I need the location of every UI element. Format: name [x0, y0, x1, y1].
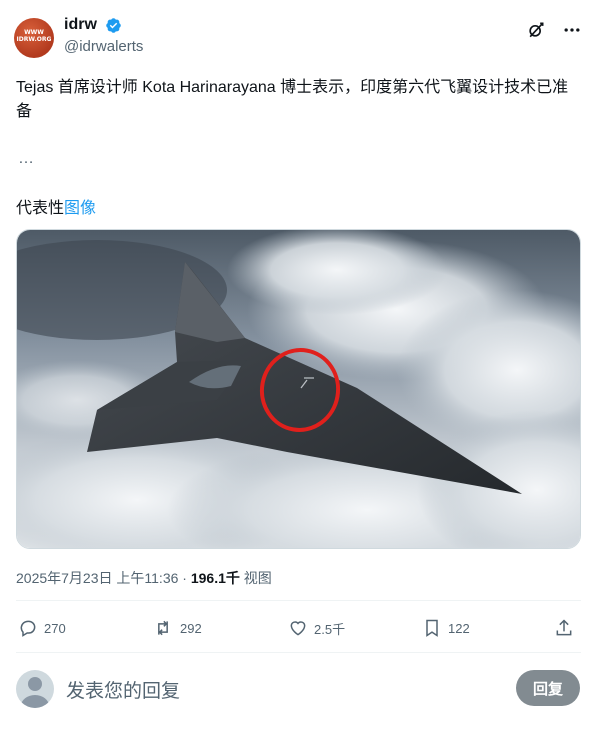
- verified-badge-icon: [105, 17, 122, 34]
- author-avatar[interactable]: WWW IDRW.ORG: [14, 18, 54, 58]
- like-count: 2.5千: [314, 621, 346, 637]
- reply-composer: 发表您的回复 回复: [14, 668, 584, 712]
- share-icon: [554, 618, 574, 638]
- bookmark-action-button[interactable]: 122: [422, 612, 470, 644]
- bookmark-icon: [422, 618, 442, 638]
- show-more-ellipsis[interactable]: …: [18, 150, 35, 168]
- share-action-button[interactable]: [554, 612, 574, 644]
- views-label: 视图: [239, 570, 272, 586]
- like-action-button[interactable]: 2.5千: [288, 612, 345, 644]
- post-meta: 2025年7月23日 上午11:36 · 196.1千 视图: [16, 568, 272, 588]
- views-count: 196.1千: [190, 570, 240, 586]
- caption-link[interactable]: 图像: [64, 200, 96, 217]
- caption-prefix: 代表性: [16, 200, 65, 217]
- grok-icon[interactable]: [526, 20, 546, 40]
- author-handle[interactable]: @idrwalerts: [64, 38, 143, 55]
- divider: [16, 652, 581, 653]
- reply-icon: [18, 618, 38, 638]
- reply-submit-button[interactable]: 回复: [516, 670, 580, 706]
- post-caption: 代表性图像: [16, 194, 96, 218]
- more-icon[interactable]: [562, 20, 582, 40]
- repost-icon: [152, 618, 174, 638]
- bookmark-count: 122: [448, 620, 470, 636]
- divider: [16, 600, 581, 601]
- post-timestamp[interactable]: 2025年7月23日 上午11:36 ·: [16, 570, 191, 586]
- post-image[interactable]: [16, 229, 581, 549]
- repost-action-button[interactable]: 292: [152, 612, 202, 644]
- author-name-block: idrw @idrwalerts: [64, 16, 143, 55]
- heart-icon: [288, 618, 308, 638]
- post-header: WWW IDRW.ORG idrw @idrwalerts: [14, 14, 584, 64]
- avatar-logo-text: WWW IDRW.ORG: [16, 29, 52, 43]
- author-display-name[interactable]: idrw: [64, 16, 97, 34]
- reply-input[interactable]: 发表您的回复: [66, 676, 180, 703]
- reply-count: 270: [44, 620, 66, 636]
- repost-count: 292: [180, 620, 202, 636]
- post-text: Tejas 首席设计师 Kota Harinarayana 博士表示，印度第六代…: [16, 79, 569, 120]
- action-bar: 270 292 2.5千 122: [14, 612, 584, 644]
- reply-action-button[interactable]: 270: [18, 612, 66, 644]
- user-avatar: [16, 670, 54, 708]
- header-actions: [526, 20, 582, 40]
